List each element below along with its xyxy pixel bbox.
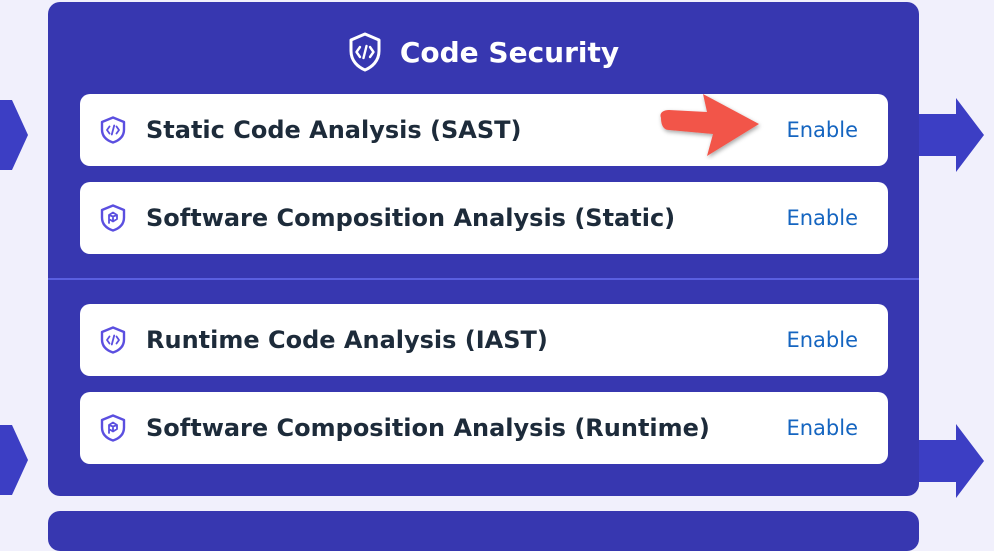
- code-security-panel: Code Security Static Code Analysis (SAST…: [48, 2, 919, 496]
- flow-arrow-left-bottom: [0, 425, 28, 495]
- enable-iast-link[interactable]: Enable: [786, 304, 858, 376]
- flow-arrow-left-top: [0, 100, 28, 170]
- section-divider: [48, 278, 919, 280]
- flow-arrow-right-bottom: [918, 424, 984, 498]
- panel-title: Code Security: [399, 35, 620, 69]
- feature-label: Software Composition Analysis (Static): [146, 204, 676, 232]
- callout-arrow-icon: [660, 94, 759, 156]
- shield-package-icon: [100, 204, 126, 232]
- shield-package-icon: [100, 414, 126, 442]
- shield-code-icon: [349, 32, 381, 72]
- feature-label: Runtime Code Analysis (IAST): [146, 326, 548, 354]
- feature-label: Static Code Analysis (SAST): [146, 116, 522, 144]
- enable-sast-link[interactable]: Enable: [786, 94, 858, 166]
- panel-header: Code Security: [48, 30, 919, 74]
- shield-code-icon: [100, 326, 126, 354]
- flow-arrow-right-top: [918, 98, 984, 172]
- shield-code-icon: [100, 116, 126, 144]
- feature-row-iast: Runtime Code Analysis (IAST) Enable: [80, 304, 888, 376]
- next-panel-edge: [48, 511, 919, 551]
- feature-row-sca-runtime: Software Composition Analysis (Runtime) …: [80, 392, 888, 464]
- enable-sca-static-link[interactable]: Enable: [786, 182, 858, 254]
- feature-row-sca-static: Software Composition Analysis (Static) E…: [80, 182, 888, 254]
- enable-sca-runtime-link[interactable]: Enable: [786, 392, 858, 464]
- feature-label: Software Composition Analysis (Runtime): [146, 414, 710, 442]
